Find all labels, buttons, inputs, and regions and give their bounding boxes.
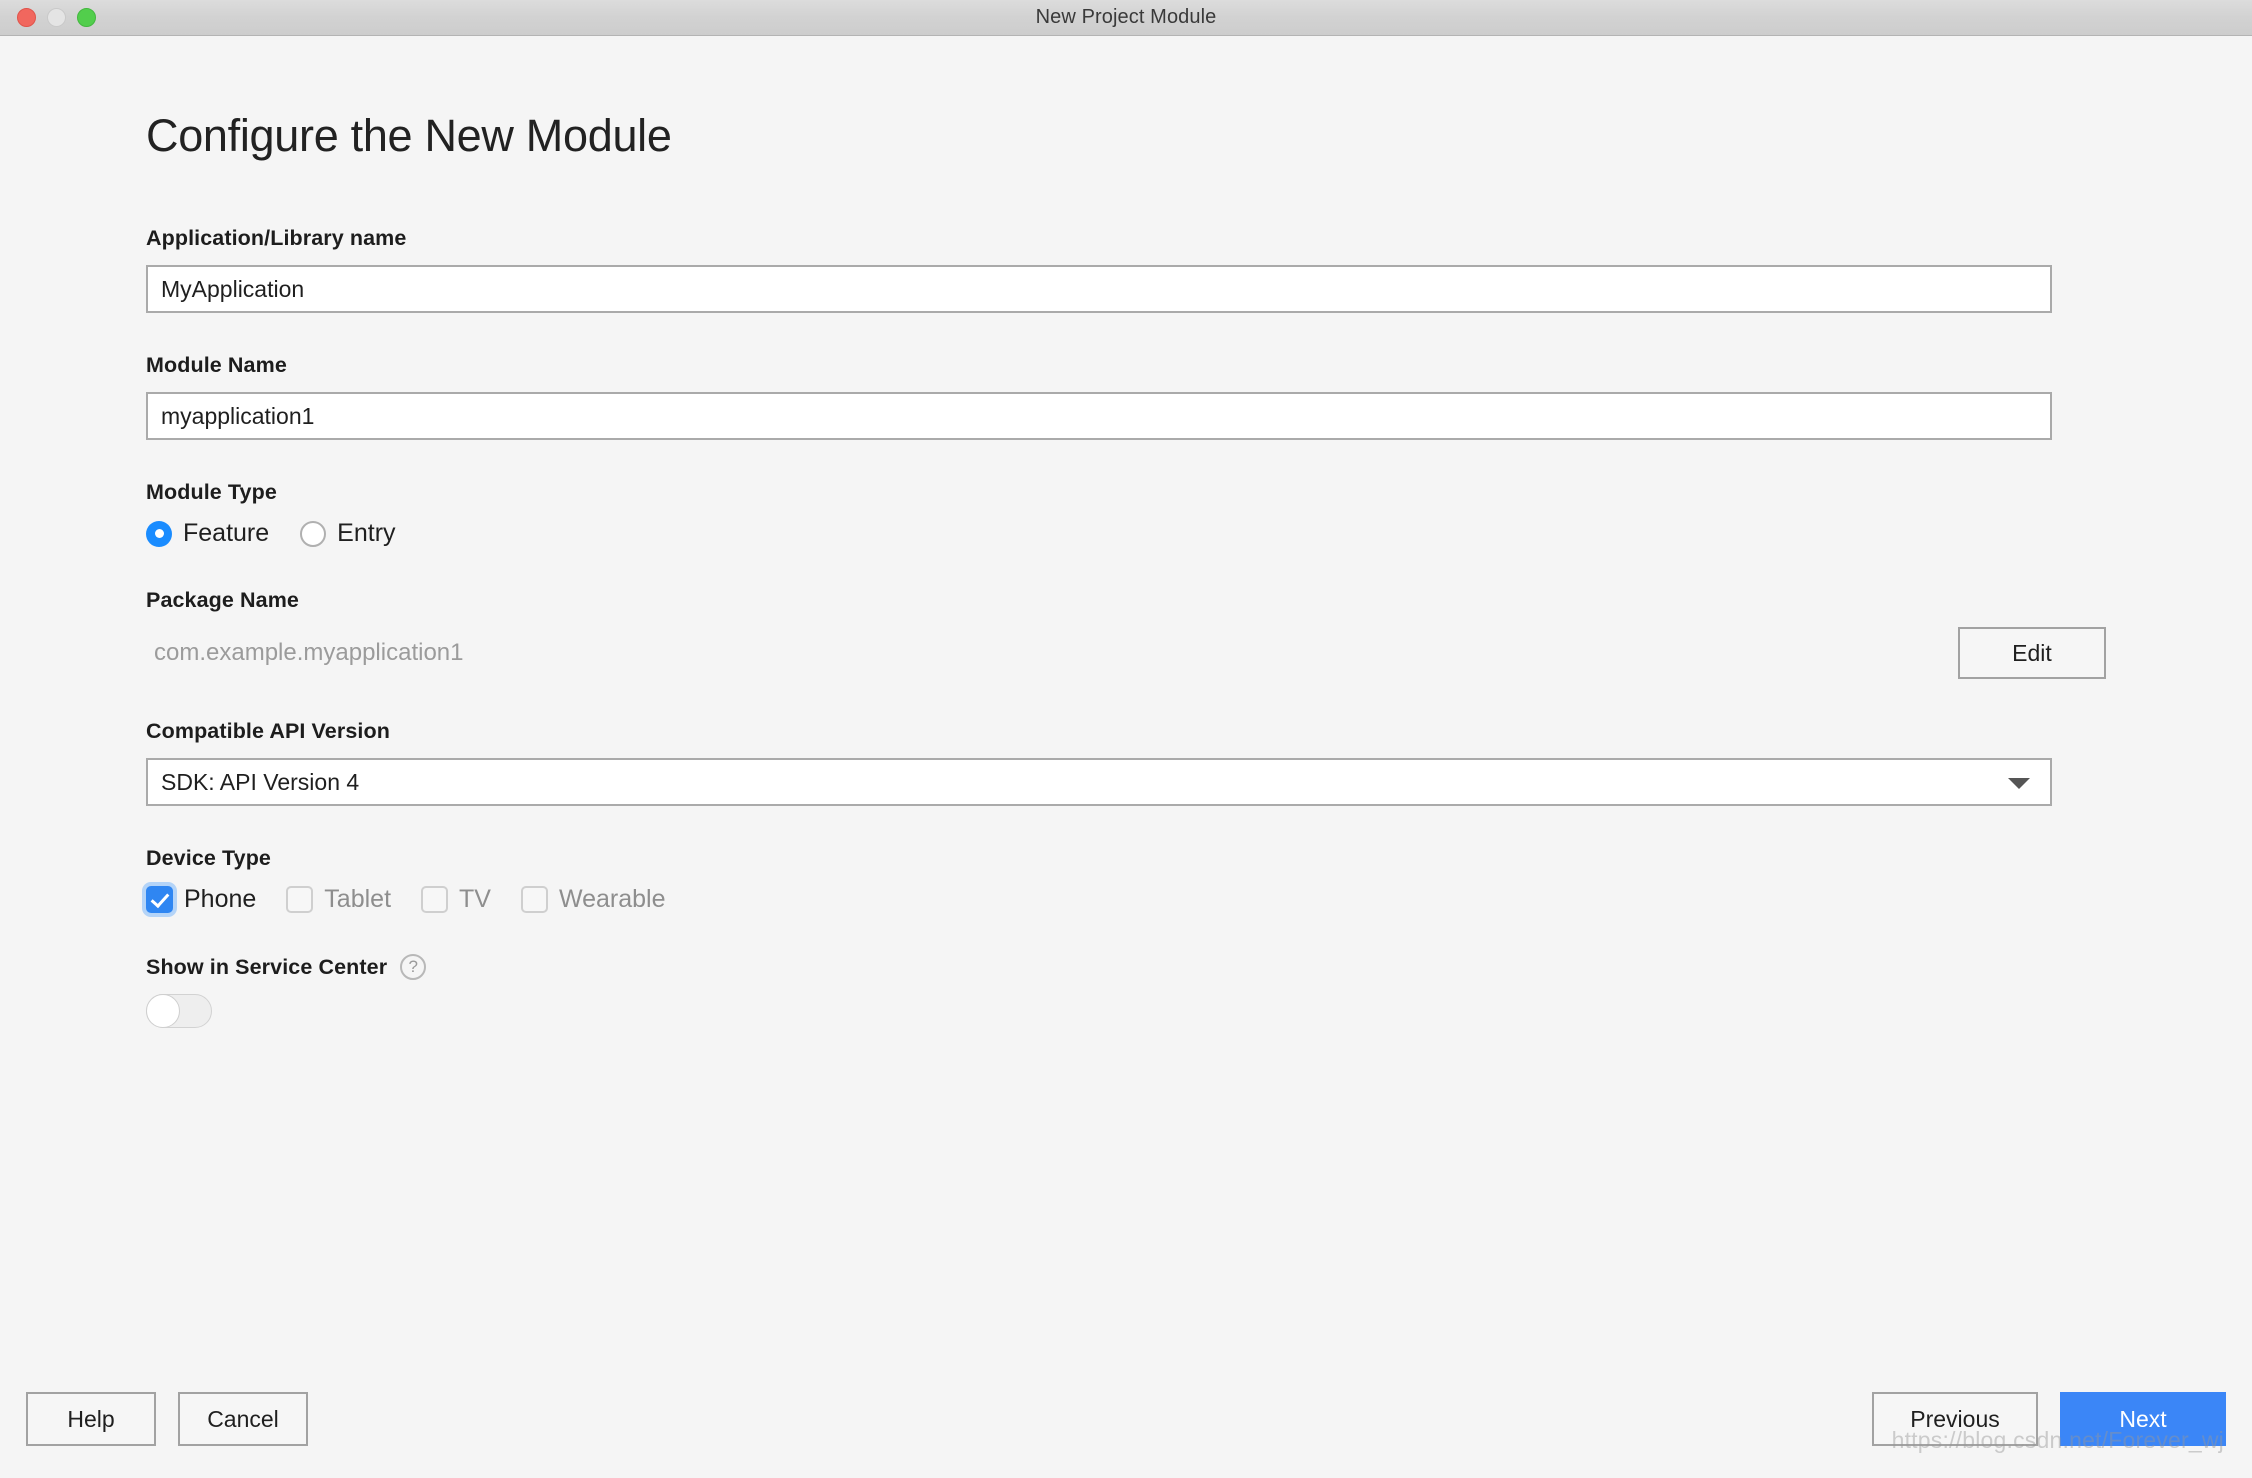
checkbox-option-tablet[interactable]: Tablet	[286, 885, 391, 914]
package-name-row: com.example.myapplication1 Edit	[146, 627, 2106, 679]
help-button[interactable]: Help	[26, 1392, 156, 1446]
dialog-footer: Help Cancel Previous Next	[0, 1382, 2252, 1478]
package-name-value: com.example.myapplication1	[154, 639, 464, 666]
checkbox-option-wearable[interactable]: Wearable	[520, 885, 666, 914]
module-type-label: Module Type	[146, 480, 277, 504]
application-name-label: Application/Library name	[146, 226, 407, 250]
traffic-light-group	[17, 8, 96, 27]
cancel-button[interactable]: Cancel	[178, 1392, 308, 1446]
service-center-header: Show in Service Center ?	[146, 954, 2106, 980]
checkbox-unchecked-icon	[286, 886, 314, 913]
checkbox-unchecked-icon	[520, 886, 548, 913]
checkbox-option-phone[interactable]: Phone	[146, 885, 256, 914]
new-project-module-window: New Project Module Configure the New Mod…	[0, 0, 2252, 1478]
footer-right-buttons: Previous Next	[1872, 1392, 2226, 1446]
previous-button[interactable]: Previous	[1872, 1392, 2038, 1446]
radio-label-entry: Entry	[337, 519, 396, 547]
zoom-button-icon[interactable]	[77, 8, 96, 27]
radio-label-feature: Feature	[183, 519, 270, 547]
service-center-label: Show in Service Center	[146, 954, 388, 979]
question-mark-icon[interactable]: ?	[400, 954, 427, 980]
checkbox-label-wearable: Wearable	[558, 885, 666, 913]
page-title: Configure the New Module	[146, 110, 672, 161]
application-name-input[interactable]	[146, 265, 2052, 313]
api-version-group: Compatible API Version SDK: API Version …	[146, 719, 2106, 806]
close-button-icon[interactable]	[17, 8, 36, 27]
api-version-select[interactable]: SDK: API Version 4	[146, 758, 2052, 806]
radio-selected-icon	[146, 520, 172, 547]
device-type-group: Device Type Phone Tablet TV Wearable	[146, 846, 2106, 914]
checkbox-label-tv: TV	[459, 885, 491, 913]
module-type-group: Module Type Feature Entry	[146, 480, 2106, 548]
radio-option-entry[interactable]: Entry	[300, 519, 396, 548]
chevron-down-icon	[2008, 778, 2030, 789]
checkbox-option-tv[interactable]: TV	[421, 885, 491, 914]
edit-package-name-button[interactable]: Edit	[1958, 627, 2106, 679]
api-version-selected-value: SDK: API Version 4	[146, 758, 2052, 806]
next-button[interactable]: Next	[2060, 1392, 2226, 1446]
window-title: New Project Module	[1035, 6, 1217, 28]
module-type-radio-group: Feature Entry	[146, 519, 2106, 548]
dialog-content: Configure the New Module Application/Lib…	[0, 36, 2252, 1478]
module-name-group: Module Name	[146, 353, 2106, 440]
radio-option-feature[interactable]: Feature	[146, 519, 269, 548]
toggle-knob	[146, 994, 180, 1028]
device-type-checkbox-group: Phone Tablet TV Wearable	[146, 885, 2106, 914]
module-name-input[interactable]	[146, 392, 2052, 440]
minimize-button-icon[interactable]	[47, 8, 66, 27]
radio-unselected-icon	[300, 520, 327, 547]
device-type-label: Device Type	[146, 846, 271, 870]
service-center-group: Show in Service Center ?	[146, 954, 2106, 1028]
checkbox-label-tablet: Tablet	[324, 885, 392, 913]
package-name-group: Package Name com.example.myapplication1 …	[146, 588, 2106, 679]
checkbox-unchecked-icon	[421, 886, 449, 913]
footer-left-buttons: Help Cancel	[26, 1392, 308, 1446]
module-name-label: Module Name	[146, 353, 287, 377]
application-name-group: Application/Library name	[146, 226, 2106, 313]
checkbox-checked-icon	[146, 886, 173, 913]
api-version-label: Compatible API Version	[146, 719, 390, 743]
package-name-label: Package Name	[146, 588, 299, 612]
checkbox-label-phone: Phone	[184, 885, 257, 913]
window-titlebar: New Project Module	[0, 0, 2252, 36]
service-center-toggle[interactable]	[146, 994, 212, 1028]
